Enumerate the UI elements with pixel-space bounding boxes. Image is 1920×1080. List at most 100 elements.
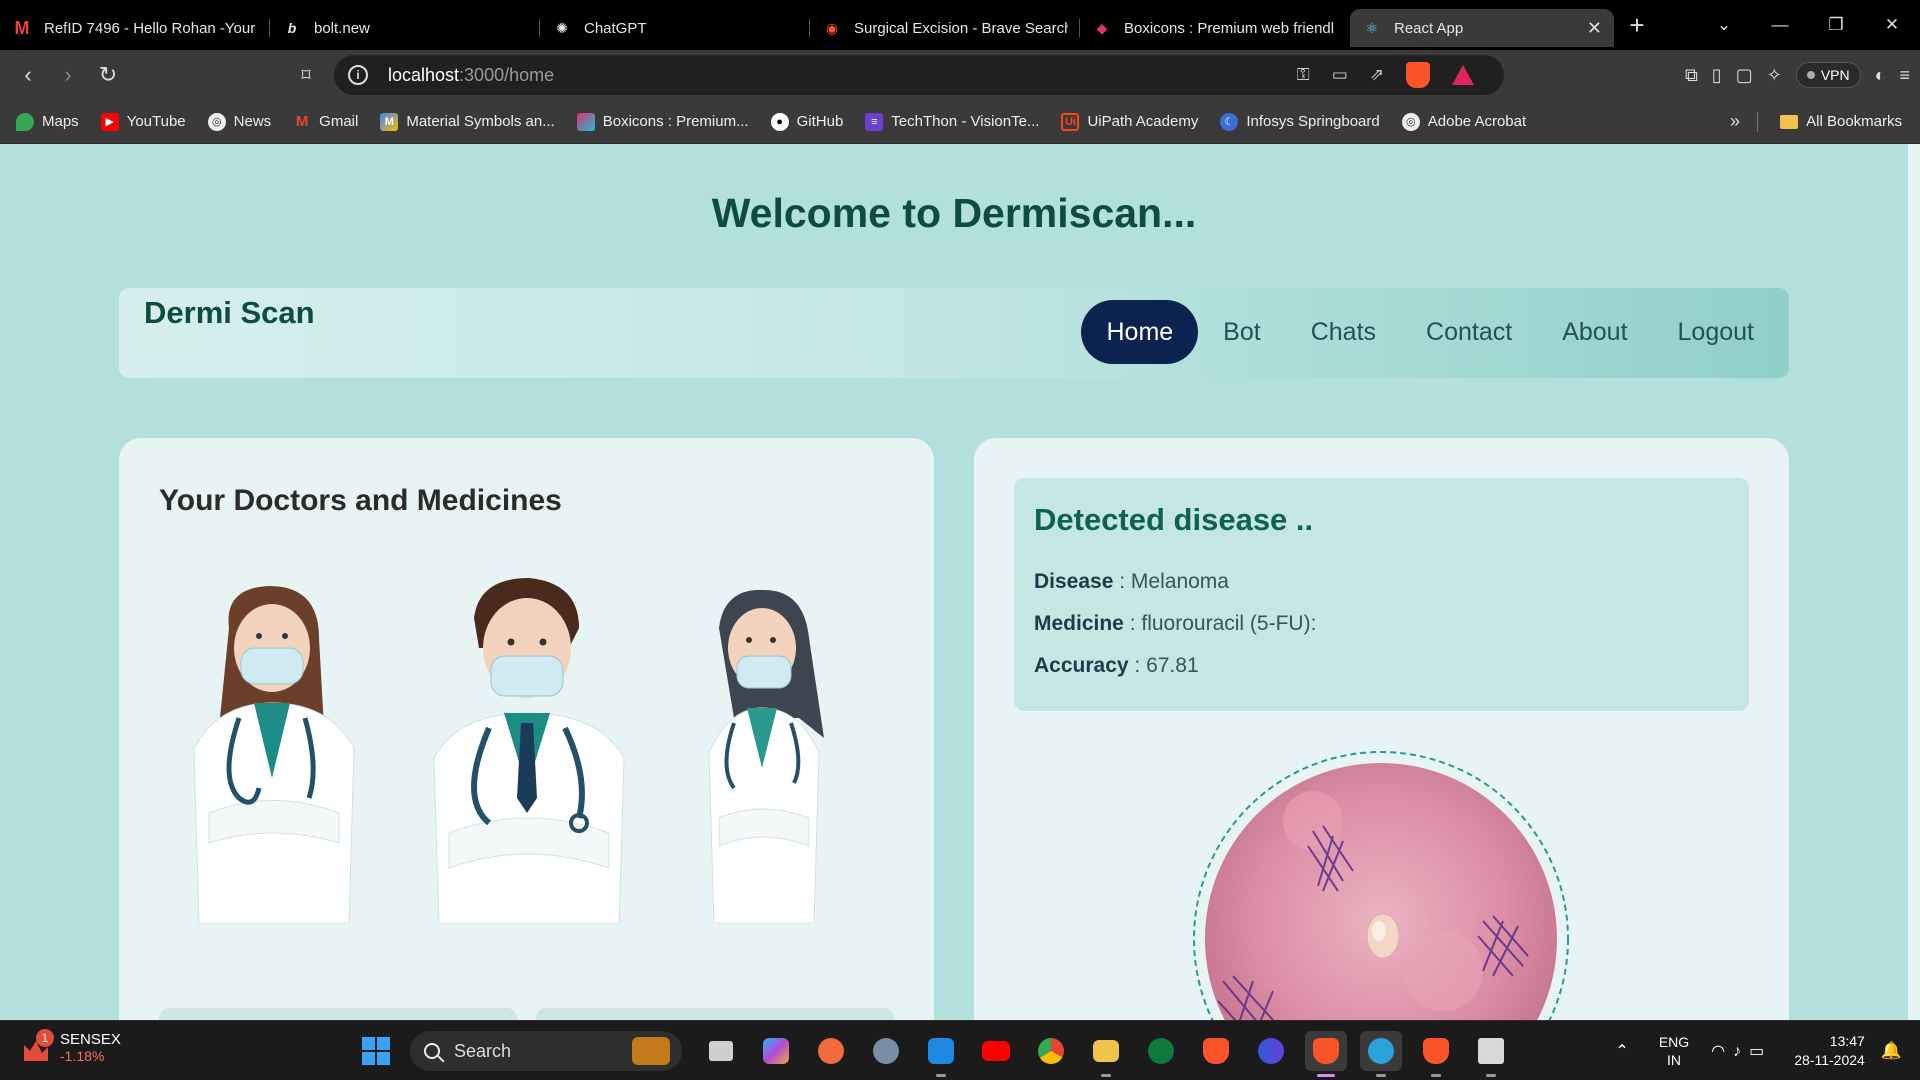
snipping-tool-icon[interactable] bbox=[1470, 1031, 1512, 1077]
tab-title: ChatGPT bbox=[584, 19, 647, 37]
globe-icon: ◎ bbox=[207, 112, 226, 131]
bookmark-label: Infosys Springboard bbox=[1246, 113, 1380, 130]
nav-chats[interactable]: Chats bbox=[1286, 300, 1401, 364]
all-bookmarks-button[interactable]: All Bookmarks bbox=[1780, 113, 1902, 130]
close-tab-icon[interactable]: ✕ bbox=[1577, 18, 1602, 39]
notification-bell-icon[interactable]: 🔔 bbox=[1881, 1041, 1902, 1061]
tab-title: Surgical Excision - Brave Search bbox=[854, 19, 1068, 37]
bookmark-label: TechThon - VisionTe... bbox=[891, 113, 1040, 130]
brave-search-icon: ◉ bbox=[825, 19, 839, 36]
medicine-row: Medicine : fluorouracil (5-FU): bbox=[1034, 612, 1317, 635]
brave-profile-icon[interactable] bbox=[1305, 1031, 1347, 1077]
tab-boxicons[interactable]: ◆ Boxicons : Premium web friendl bbox=[1080, 9, 1350, 47]
tab-bolt[interactable]: b bolt.new bbox=[270, 9, 540, 47]
extensions-icon[interactable]: ⧉ bbox=[1685, 65, 1698, 86]
more-bookmarks-icon[interactable]: » bbox=[1730, 111, 1740, 132]
nav-home[interactable]: Home bbox=[1081, 300, 1199, 364]
chatgpt-icon: ✺ bbox=[556, 19, 568, 36]
accuracy-label: Accuracy bbox=[1034, 654, 1129, 677]
leo-ai-icon[interactable]: ✧ bbox=[1767, 65, 1782, 86]
settings-icon[interactable] bbox=[865, 1031, 907, 1071]
bookmark-gmail[interactable]: M Gmail bbox=[293, 113, 358, 131]
restore-icon[interactable]: ❐ bbox=[1808, 15, 1864, 35]
bookmark-youtube[interactable]: ▶ YouTube bbox=[100, 112, 186, 131]
main-menu: Home Bot Chats Contact About Logout bbox=[1081, 300, 1779, 364]
bookmark-adobe[interactable]: ◎ Adobe Acrobat bbox=[1401, 112, 1526, 131]
tab-search-chevron-icon[interactable]: ⌄ bbox=[1696, 15, 1752, 35]
language-indicator[interactable]: ENG IN bbox=[1659, 1033, 1689, 1069]
clock[interactable]: 13:47 28-11-2024 bbox=[1794, 1032, 1865, 1070]
forward-icon[interactable]: › bbox=[48, 62, 88, 88]
wallet-icon[interactable]: ▢ bbox=[1736, 65, 1753, 86]
tab-chatgpt[interactable]: ✺ ChatGPT bbox=[540, 9, 810, 47]
bookmark-uipath[interactable]: Ui UiPath Academy bbox=[1061, 112, 1198, 131]
bookmark-boxicons[interactable]: Boxicons : Premium... bbox=[576, 112, 749, 131]
page-scrollbar[interactable] bbox=[1908, 144, 1920, 1020]
sidebar-icon[interactable]: ▯ bbox=[1712, 65, 1722, 86]
share-icon[interactable]: ⇗ bbox=[1370, 65, 1384, 85]
copilot-icon[interactable] bbox=[755, 1031, 797, 1071]
gmail-icon: M bbox=[14, 17, 30, 38]
detection-card: Detected disease .. Disease : Melanoma M… bbox=[974, 438, 1789, 1020]
doctor-info-card[interactable] bbox=[536, 1008, 894, 1020]
windows-start-icon[interactable] bbox=[362, 1037, 390, 1065]
disease-value: Melanoma bbox=[1130, 570, 1229, 593]
bookmark-material-symbols[interactable]: M Material Symbols an... bbox=[380, 112, 555, 131]
bookmark-page-icon[interactable]: ⌑ bbox=[286, 65, 326, 86]
nav-bot[interactable]: Bot bbox=[1198, 300, 1286, 364]
nav-logout[interactable]: Logout bbox=[1653, 300, 1779, 364]
file-explorer-icon[interactable] bbox=[1085, 1031, 1127, 1077]
vpn-button[interactable]: VPN bbox=[1795, 62, 1861, 88]
close-window-icon[interactable]: ✕ bbox=[1864, 15, 1920, 35]
brave-rewards-icon[interactable] bbox=[1452, 65, 1474, 85]
back-icon[interactable]: ‹ bbox=[8, 62, 48, 88]
medicine-label: Medicine bbox=[1034, 612, 1124, 635]
chrome-icon[interactable] bbox=[1030, 1031, 1072, 1071]
address-bar[interactable]: i localhost:3000/home ⚿ ▭ ⇗ bbox=[334, 55, 1504, 95]
brave-profile-icon[interactable] bbox=[1415, 1031, 1457, 1077]
minimize-icon[interactable]: — bbox=[1752, 15, 1808, 35]
vpn-label: VPN bbox=[1820, 67, 1850, 83]
vscode-icon[interactable] bbox=[920, 1031, 962, 1077]
task-view-icon[interactable] bbox=[700, 1031, 742, 1071]
show-hidden-icons-icon[interactable]: ⌃ bbox=[1615, 1041, 1628, 1061]
key-icon[interactable]: ⚿ bbox=[1297, 65, 1310, 85]
youtube-icon[interactable] bbox=[975, 1031, 1017, 1071]
taskbar-search[interactable]: Search bbox=[410, 1031, 682, 1071]
cast-icon[interactable]: ▭ bbox=[1332, 65, 1348, 85]
menu-icon[interactable]: ≡ bbox=[1899, 65, 1910, 86]
tab-brave-search[interactable]: ◉ Surgical Excision - Brave Search bbox=[810, 9, 1080, 47]
bookmark-maps[interactable]: Maps bbox=[16, 112, 79, 131]
bookmark-techthon[interactable]: ≡ TechThon - VisionTe... bbox=[865, 112, 1040, 131]
boxicons-icon bbox=[576, 112, 595, 131]
site-info-icon[interactable]: i bbox=[348, 65, 368, 85]
pen-app-icon[interactable] bbox=[810, 1031, 852, 1071]
brand-logo[interactable]: Dermi Scan bbox=[144, 295, 315, 331]
brave-shields-icon[interactable] bbox=[1406, 62, 1430, 88]
bookmarks-bar: Maps ▶ YouTube ◎ News M Gmail M Material Sym… bbox=[0, 100, 1920, 144]
all-bookmarks-label: All Bookmarks bbox=[1806, 113, 1902, 130]
nav-about[interactable]: About bbox=[1537, 300, 1652, 364]
reload-icon[interactable]: ↻ bbox=[88, 62, 128, 88]
clock-time: 13:47 bbox=[1829, 1033, 1865, 1049]
tab-react-app[interactable]: ⚛ React App ✕ bbox=[1350, 9, 1614, 47]
vpn-status-icon bbox=[1806, 71, 1815, 79]
bookmark-news[interactable]: ◎ News bbox=[207, 112, 271, 131]
tab-title: bolt.new bbox=[314, 19, 370, 37]
brave-icon[interactable] bbox=[1195, 1031, 1237, 1071]
bookmark-github[interactable]: ● GitHub bbox=[770, 112, 843, 131]
stock-widget[interactable]: 1 SENSEX -1.18% bbox=[22, 1028, 121, 1064]
telegram-icon[interactable] bbox=[1360, 1031, 1402, 1077]
theme-icon[interactable]: ◐ bbox=[1875, 65, 1886, 86]
new-tab-button[interactable]: + bbox=[1614, 10, 1660, 41]
bookmark-label: YouTube bbox=[126, 113, 186, 130]
nav-contact[interactable]: Contact bbox=[1401, 300, 1537, 364]
webex-icon[interactable] bbox=[1250, 1031, 1292, 1071]
tab-gmail[interactable]: M RefID 7496 - Hello Rohan -Your bbox=[0, 9, 270, 47]
url-host: localhost bbox=[388, 64, 460, 85]
doctor-info-card[interactable] bbox=[159, 1008, 517, 1020]
ticker-name: SENSEX bbox=[60, 1031, 121, 1048]
network-volume-battery-icons[interactable]: ◠♪▭ bbox=[1711, 1041, 1772, 1061]
mongodb-icon[interactable] bbox=[1140, 1031, 1182, 1071]
bookmark-infosys[interactable]: ☾ Infosys Springboard bbox=[1220, 112, 1380, 131]
